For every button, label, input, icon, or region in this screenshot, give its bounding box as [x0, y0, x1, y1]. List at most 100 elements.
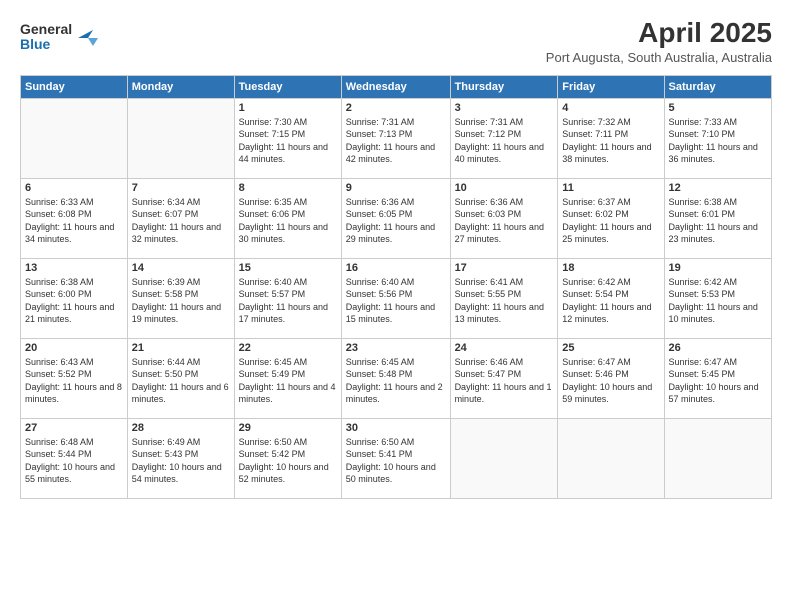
table-row: 16 Sunrise: 6:40 AM Sunset: 5:56 PM Dayli…	[341, 258, 450, 338]
svg-text:General: General	[20, 21, 72, 37]
day-info: Sunrise: 6:33 AM Sunset: 6:08 PM Dayligh…	[25, 196, 123, 246]
table-row: 25Sunrise: 6:47 AM Sunset: 5:46 PM Dayli…	[558, 338, 664, 418]
day-info: Sunrise: 6:34 AM Sunset: 6:07 PM Dayligh…	[132, 196, 230, 246]
day-number: 28	[132, 422, 230, 434]
day-info: Sunrise: 6:41 AM Sunset: 5:55 PM Dayligh…	[455, 276, 554, 326]
day-info: Sunrise: 6:49 AM Sunset: 5:43 PM Dayligh…	[132, 436, 230, 486]
day-number: 2	[346, 102, 446, 114]
day-number: 6	[25, 182, 123, 194]
day-info: Sunrise: 6:36 AM Sunset: 6:05 PM Dayligh…	[346, 196, 446, 246]
table-row: 13 Sunrise: 6:38 AM Sunset: 6:00 PM Dayli…	[21, 258, 128, 338]
table-row: 28 Sunrise: 6:49 AM Sunset: 5:43 PM Dayli…	[127, 418, 234, 498]
day-info: Sunrise: 6:40 AM Sunset: 5:57 PM Dayligh…	[239, 276, 337, 326]
day-number: 8	[239, 182, 337, 194]
day-number: 3	[455, 102, 554, 114]
table-row	[127, 98, 234, 178]
calendar-week-1: 1Sunrise: 7:30 AM Sunset: 7:15 PM Daylig…	[21, 98, 772, 178]
table-row: 29 Sunrise: 6:50 AM Sunset: 5:42 PM Dayli…	[234, 418, 341, 498]
table-row: 12 Sunrise: 6:38 AM Sunset: 6:01 PM Dayli…	[664, 178, 771, 258]
day-number: 17	[455, 262, 554, 274]
day-number: 5	[669, 102, 767, 114]
header-friday: Friday	[558, 75, 664, 98]
day-number: 11	[562, 182, 659, 194]
day-info: Sunrise: 6:39 AM Sunset: 5:58 PM Dayligh…	[132, 276, 230, 326]
day-info: Sunrise: 6:44 AM Sunset: 5:50 PM Dayligh…	[132, 356, 230, 406]
day-number: 20	[25, 342, 123, 354]
day-number: 13	[25, 262, 123, 274]
day-number: 7	[132, 182, 230, 194]
day-number: 22	[239, 342, 337, 354]
table-row: 10Sunrise: 6:36 AM Sunset: 6:03 PM Dayli…	[450, 178, 558, 258]
day-info: Sunrise: 6:46 AM Sunset: 5:47 PM Dayligh…	[455, 356, 554, 406]
day-info: Sunrise: 6:38 AM Sunset: 6:00 PM Dayligh…	[25, 276, 123, 326]
day-info: Sunrise: 6:36 AM Sunset: 6:03 PM Dayligh…	[455, 196, 554, 246]
day-info: Sunrise: 6:37 AM Sunset: 6:02 PM Dayligh…	[562, 196, 659, 246]
table-row: 5Sunrise: 7:33 AM Sunset: 7:10 PM Daylig…	[664, 98, 771, 178]
day-info: Sunrise: 6:43 AM Sunset: 5:52 PM Dayligh…	[25, 356, 123, 406]
day-info: Sunrise: 6:38 AM Sunset: 6:01 PM Dayligh…	[669, 196, 767, 246]
table-row: 23 Sunrise: 6:45 AM Sunset: 5:48 PM Dayli…	[341, 338, 450, 418]
table-row: 17 Sunrise: 6:41 AM Sunset: 5:55 PM Dayli…	[450, 258, 558, 338]
logo-svg: General Blue	[20, 16, 110, 56]
subtitle: Port Augusta, South Australia, Australia	[546, 50, 772, 65]
day-info: Sunrise: 6:48 AM Sunset: 5:44 PM Dayligh…	[25, 436, 123, 486]
day-number: 27	[25, 422, 123, 434]
day-info: Sunrise: 7:32 AM Sunset: 7:11 PM Dayligh…	[562, 116, 659, 166]
table-row: 27 Sunrise: 6:48 AM Sunset: 5:44 PM Dayli…	[21, 418, 128, 498]
main-title: April 2025	[546, 16, 772, 50]
header-saturday: Saturday	[664, 75, 771, 98]
table-row: 14Sunrise: 6:39 AM Sunset: 5:58 PM Dayli…	[127, 258, 234, 338]
day-info: Sunrise: 6:50 AM Sunset: 5:41 PM Dayligh…	[346, 436, 446, 486]
table-row: 22 Sunrise: 6:45 AM Sunset: 5:49 PM Dayli…	[234, 338, 341, 418]
table-row: 15 Sunrise: 6:40 AM Sunset: 5:57 PM Dayli…	[234, 258, 341, 338]
day-info: Sunrise: 6:50 AM Sunset: 5:42 PM Dayligh…	[239, 436, 337, 486]
day-number: 24	[455, 342, 554, 354]
table-row: 11 Sunrise: 6:37 AM Sunset: 6:02 PM Dayli…	[558, 178, 664, 258]
day-number: 29	[239, 422, 337, 434]
table-row: 30 Sunrise: 6:50 AM Sunset: 5:41 PM Dayli…	[341, 418, 450, 498]
table-row: 7 Sunrise: 6:34 AM Sunset: 6:07 PM Daylig…	[127, 178, 234, 258]
header-thursday: Thursday	[450, 75, 558, 98]
header-tuesday: Tuesday	[234, 75, 341, 98]
table-row: 20 Sunrise: 6:43 AM Sunset: 5:52 PM Dayli…	[21, 338, 128, 418]
table-row: 3 Sunrise: 7:31 AM Sunset: 7:12 PM Daylig…	[450, 98, 558, 178]
svg-text:Blue: Blue	[20, 36, 51, 52]
header-wednesday: Wednesday	[341, 75, 450, 98]
day-info: Sunrise: 7:31 AM Sunset: 7:13 PM Dayligh…	[346, 116, 446, 166]
day-number: 30	[346, 422, 446, 434]
table-row	[558, 418, 664, 498]
table-row: 1Sunrise: 7:30 AM Sunset: 7:15 PM Daylig…	[234, 98, 341, 178]
calendar-week-4: 20 Sunrise: 6:43 AM Sunset: 5:52 PM Dayli…	[21, 338, 772, 418]
day-number: 9	[346, 182, 446, 194]
table-row: 18Sunrise: 6:42 AM Sunset: 5:54 PM Dayli…	[558, 258, 664, 338]
table-row	[21, 98, 128, 178]
table-row: 6 Sunrise: 6:33 AM Sunset: 6:08 PM Daylig…	[21, 178, 128, 258]
day-info: Sunrise: 6:42 AM Sunset: 5:53 PM Dayligh…	[669, 276, 767, 326]
day-number: 15	[239, 262, 337, 274]
day-info: Sunrise: 6:45 AM Sunset: 5:49 PM Dayligh…	[239, 356, 337, 406]
header-monday: Monday	[127, 75, 234, 98]
day-number: 12	[669, 182, 767, 194]
day-number: 16	[346, 262, 446, 274]
table-row: 4Sunrise: 7:32 AM Sunset: 7:11 PM Daylig…	[558, 98, 664, 178]
calendar-week-3: 13 Sunrise: 6:38 AM Sunset: 6:00 PM Dayli…	[21, 258, 772, 338]
table-row	[664, 418, 771, 498]
calendar-header-row: Sunday Monday Tuesday Wednesday Thursday…	[21, 75, 772, 98]
table-row: 26Sunrise: 6:47 AM Sunset: 5:45 PM Dayli…	[664, 338, 771, 418]
day-number: 19	[669, 262, 767, 274]
day-info: Sunrise: 6:42 AM Sunset: 5:54 PM Dayligh…	[562, 276, 659, 326]
calendar: Sunday Monday Tuesday Wednesday Thursday…	[20, 75, 772, 499]
day-number: 25	[562, 342, 659, 354]
day-info: Sunrise: 6:40 AM Sunset: 5:56 PM Dayligh…	[346, 276, 446, 326]
header-sunday: Sunday	[21, 75, 128, 98]
table-row: 24 Sunrise: 6:46 AM Sunset: 5:47 PM Dayli…	[450, 338, 558, 418]
calendar-week-5: 27 Sunrise: 6:48 AM Sunset: 5:44 PM Dayli…	[21, 418, 772, 498]
day-number: 23	[346, 342, 446, 354]
day-info: Sunrise: 6:45 AM Sunset: 5:48 PM Dayligh…	[346, 356, 446, 406]
calendar-week-2: 6 Sunrise: 6:33 AM Sunset: 6:08 PM Daylig…	[21, 178, 772, 258]
day-info: Sunrise: 7:31 AM Sunset: 7:12 PM Dayligh…	[455, 116, 554, 166]
table-row: 2 Sunrise: 7:31 AM Sunset: 7:13 PM Daylig…	[341, 98, 450, 178]
header: General Blue April 2025 Port Augusta, So…	[20, 16, 772, 65]
title-block: April 2025 Port Augusta, South Australia…	[546, 16, 772, 65]
day-info: Sunrise: 6:35 AM Sunset: 6:06 PM Dayligh…	[239, 196, 337, 246]
